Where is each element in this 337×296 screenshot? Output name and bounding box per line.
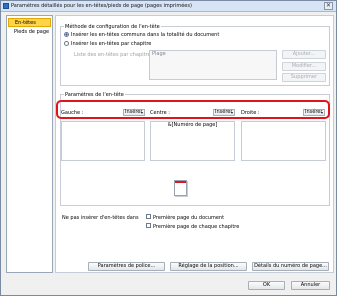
first-page-chapter-checkbox[interactable] bbox=[146, 223, 151, 228]
first-page-chapter-label: Première page de chaque chapitre bbox=[153, 224, 240, 230]
position-settings-button[interactable]: Réglage de la position... bbox=[170, 262, 247, 271]
left-header-textarea[interactable] bbox=[61, 121, 145, 161]
modify-button[interactable]: Modifier... bbox=[282, 62, 326, 71]
radio-per-chapter[interactable] bbox=[64, 41, 69, 46]
center-header-textarea[interactable]: &[Numéro de page] bbox=[150, 121, 235, 161]
config-method-legend: Méthode de configuration de l'en-tête bbox=[64, 24, 161, 30]
first-page-doc-label: Première page du document bbox=[153, 215, 225, 221]
dialog-window: Paramètres détaillés pour les en-têtes/p… bbox=[0, 0, 337, 296]
font-settings-button[interactable]: Paramètres de police... bbox=[88, 262, 165, 271]
ok-button[interactable]: OK bbox=[248, 281, 285, 290]
header-params-legend: Paramètres de l'en-tête bbox=[64, 92, 125, 98]
insert-row-highlight bbox=[56, 100, 330, 119]
center-header-content: &[Numéro de page] bbox=[167, 122, 218, 128]
chapter-list: Plage bbox=[149, 50, 277, 80]
radio-common-headers-label: Insérer les en-têtes communs dans la tot… bbox=[71, 32, 220, 38]
radio-per-chapter-label: Insérer les en-têtes par chapitre bbox=[71, 41, 152, 47]
chapter-list-column: Plage bbox=[152, 51, 166, 57]
preview-header-bar bbox=[175, 181, 186, 183]
page-preview-icon bbox=[174, 180, 187, 196]
close-icon[interactable]: ✕ bbox=[324, 2, 333, 10]
radio-common-headers[interactable] bbox=[64, 32, 69, 37]
chapter-list-label: Liste des en-têtes par chapitre : bbox=[74, 52, 154, 58]
app-icon bbox=[3, 3, 9, 9]
first-page-doc-checkbox[interactable] bbox=[146, 214, 151, 219]
no-header-label: Ne pas insérer d'en-têtes dans bbox=[62, 215, 139, 221]
window-title: Paramètres détaillés pour les en-têtes/p… bbox=[11, 3, 192, 9]
nav-item-headers[interactable]: En-têtes bbox=[8, 18, 51, 27]
add-button[interactable]: Ajouter... bbox=[282, 50, 326, 59]
nav-item-footers[interactable]: Pieds de page bbox=[8, 28, 51, 37]
page-number-details-button[interactable]: Détails du numéro de page... bbox=[252, 262, 329, 271]
right-header-textarea[interactable] bbox=[241, 121, 326, 161]
settings-nav: En-têtes Pieds de page bbox=[6, 15, 53, 273]
delete-button[interactable]: Supprimer bbox=[282, 73, 326, 82]
cancel-button[interactable]: Annuler bbox=[291, 281, 330, 290]
title-bar: Paramètres détaillés pour les en-têtes/p… bbox=[1, 1, 336, 12]
